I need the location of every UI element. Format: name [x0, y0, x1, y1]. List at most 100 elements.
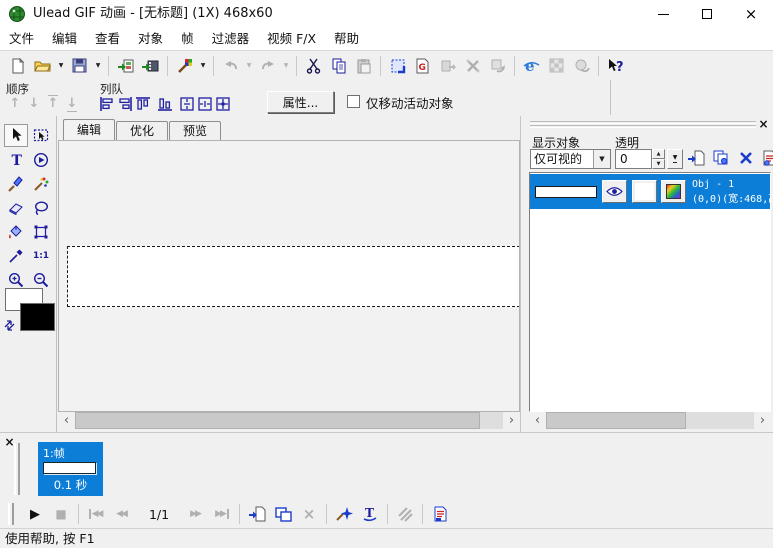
actual-size-tool-button[interactable]: 1:1: [29, 244, 53, 267]
new-file-button[interactable]: [5, 54, 30, 77]
color-select-dropdown-button[interactable]: [197, 54, 209, 77]
save-dropdown-button[interactable]: [92, 54, 104, 77]
split-button[interactable]: [460, 54, 485, 77]
scrollbar-thumb[interactable]: [75, 412, 480, 429]
delete-frame-button[interactable]: [296, 502, 322, 526]
add-frame-button[interactable]: [244, 502, 270, 526]
object-palette-swatch[interactable]: [661, 180, 686, 203]
tween-button[interactable]: [392, 502, 418, 526]
playback-grip[interactable]: [8, 503, 14, 525]
add-image-button[interactable]: [113, 54, 138, 77]
object-list-item[interactable]: Obj - 1 (0,0)(宽:468,高:60): [530, 174, 770, 209]
object-horizontal-scrollbar[interactable]: [529, 412, 771, 429]
transfer-button[interactable]: [485, 54, 510, 77]
copy-button[interactable]: [326, 54, 351, 77]
menu-help[interactable]: 帮助: [325, 28, 368, 50]
center-both-button[interactable]: [214, 94, 232, 113]
color-select-button[interactable]: [172, 54, 197, 77]
align-bottom-button[interactable]: [156, 94, 174, 113]
cut-button[interactable]: [301, 54, 326, 77]
object-panel-close-button[interactable]: ×: [757, 117, 770, 130]
background-color-swatch[interactable]: [20, 303, 55, 331]
delete-object-button[interactable]: [735, 147, 757, 168]
move-active-only-checkbox[interactable]: [347, 95, 360, 108]
move-active-only-label[interactable]: 仅移动活动对象: [366, 93, 454, 112]
matte-button[interactable]: [544, 54, 569, 77]
scroll-left-icon[interactable]: [58, 412, 75, 429]
stepper-up-icon[interactable]: ▲: [652, 149, 665, 159]
minimize-button[interactable]: [641, 0, 685, 28]
stepper-down-icon[interactable]: ▼: [652, 159, 665, 169]
transparency-stepper[interactable]: ▲ ▼: [652, 149, 665, 169]
menu-frame[interactable]: 帧: [172, 28, 203, 50]
canvas[interactable]: [67, 246, 520, 307]
move-to-top-button[interactable]: [44, 94, 62, 113]
maximize-button[interactable]: [685, 0, 729, 28]
align-right-button[interactable]: [116, 94, 134, 113]
object-visibility-button[interactable]: [602, 180, 627, 203]
center-horizontal-button[interactable]: [196, 94, 214, 113]
undo-button[interactable]: [218, 54, 243, 77]
pick-tool-button[interactable]: [4, 124, 28, 147]
save-button[interactable]: [67, 54, 92, 77]
open-file-button[interactable]: [30, 54, 55, 77]
menu-filters[interactable]: 过滤器: [203, 28, 259, 50]
lasso-tool-button[interactable]: [29, 196, 53, 219]
text-tool-button[interactable]: T: [4, 148, 28, 171]
animation-wizard-tool-button[interactable]: [29, 148, 53, 171]
move-up-button[interactable]: [6, 94, 24, 113]
redo-button[interactable]: [255, 54, 280, 77]
visibility-select[interactable]: 仅可视的: [530, 149, 611, 169]
move-down-button[interactable]: [25, 94, 43, 113]
frame-strip-grip[interactable]: [14, 443, 20, 495]
tab-optimize[interactable]: 优化: [116, 121, 168, 140]
open-dropdown-button[interactable]: [55, 54, 67, 77]
stop-button[interactable]: [48, 502, 74, 526]
next-frame-button[interactable]: ▶▶: [183, 502, 209, 526]
panel-splitter[interactable]: [520, 116, 527, 432]
paint-tool-button[interactable]: [4, 172, 28, 195]
scroll-right-icon[interactable]: [503, 412, 520, 429]
align-left-button[interactable]: [98, 94, 116, 113]
banner-text-button[interactable]: T: [357, 502, 383, 526]
context-help-button[interactable]: ?: [603, 54, 628, 77]
undo-dropdown-button[interactable]: [243, 54, 255, 77]
duplicate-frame-button[interactable]: [270, 502, 296, 526]
last-frame-button[interactable]: ▶▶: [209, 502, 235, 526]
add-video-button[interactable]: [138, 54, 163, 77]
fill-tool-button[interactable]: [4, 220, 28, 243]
properties-button[interactable]: 属性...: [267, 91, 334, 113]
tab-preview[interactable]: 预览: [169, 121, 221, 140]
transparency-input[interactable]: 0: [615, 149, 652, 169]
publish-button[interactable]: [569, 54, 594, 77]
scroll-left-icon[interactable]: [529, 412, 546, 429]
scroll-right-icon[interactable]: [754, 412, 771, 429]
eraser-tool-button[interactable]: [4, 196, 28, 219]
eyedropper-tool-button[interactable]: [4, 244, 28, 267]
chevron-down-icon[interactable]: [593, 150, 610, 168]
paste-button[interactable]: [351, 54, 376, 77]
transparency-slider-button[interactable]: ▼: [667, 149, 683, 169]
swap-colors-icon[interactable]: [3, 319, 16, 332]
video-fx-button[interactable]: [331, 502, 357, 526]
menu-object[interactable]: 对象: [129, 28, 172, 50]
scrollbar-thumb[interactable]: [546, 412, 686, 429]
close-button[interactable]: ×: [729, 0, 773, 28]
canvas-horizontal-scrollbar[interactable]: [58, 412, 520, 429]
export-button[interactable]: [435, 54, 460, 77]
play-button[interactable]: [22, 502, 48, 526]
menu-file[interactable]: 文件: [0, 28, 43, 50]
object-properties-button[interactable]: [758, 147, 773, 168]
add-object-button[interactable]: [685, 147, 707, 168]
canvas-workspace[interactable]: [58, 140, 520, 412]
menu-view[interactable]: 查看: [86, 28, 129, 50]
frame-properties-button[interactable]: [427, 502, 453, 526]
menu-edit[interactable]: 编辑: [43, 28, 86, 50]
crop-tool-button[interactable]: [29, 220, 53, 243]
menu-video-fx[interactable]: 视频 F/X: [258, 28, 325, 50]
redo-dropdown-button[interactable]: [280, 54, 292, 77]
marquee-tool-button[interactable]: [29, 124, 53, 147]
align-top-button[interactable]: [134, 94, 152, 113]
optimize-gif-button[interactable]: G: [410, 54, 435, 77]
tab-edit[interactable]: 编辑: [63, 119, 115, 140]
